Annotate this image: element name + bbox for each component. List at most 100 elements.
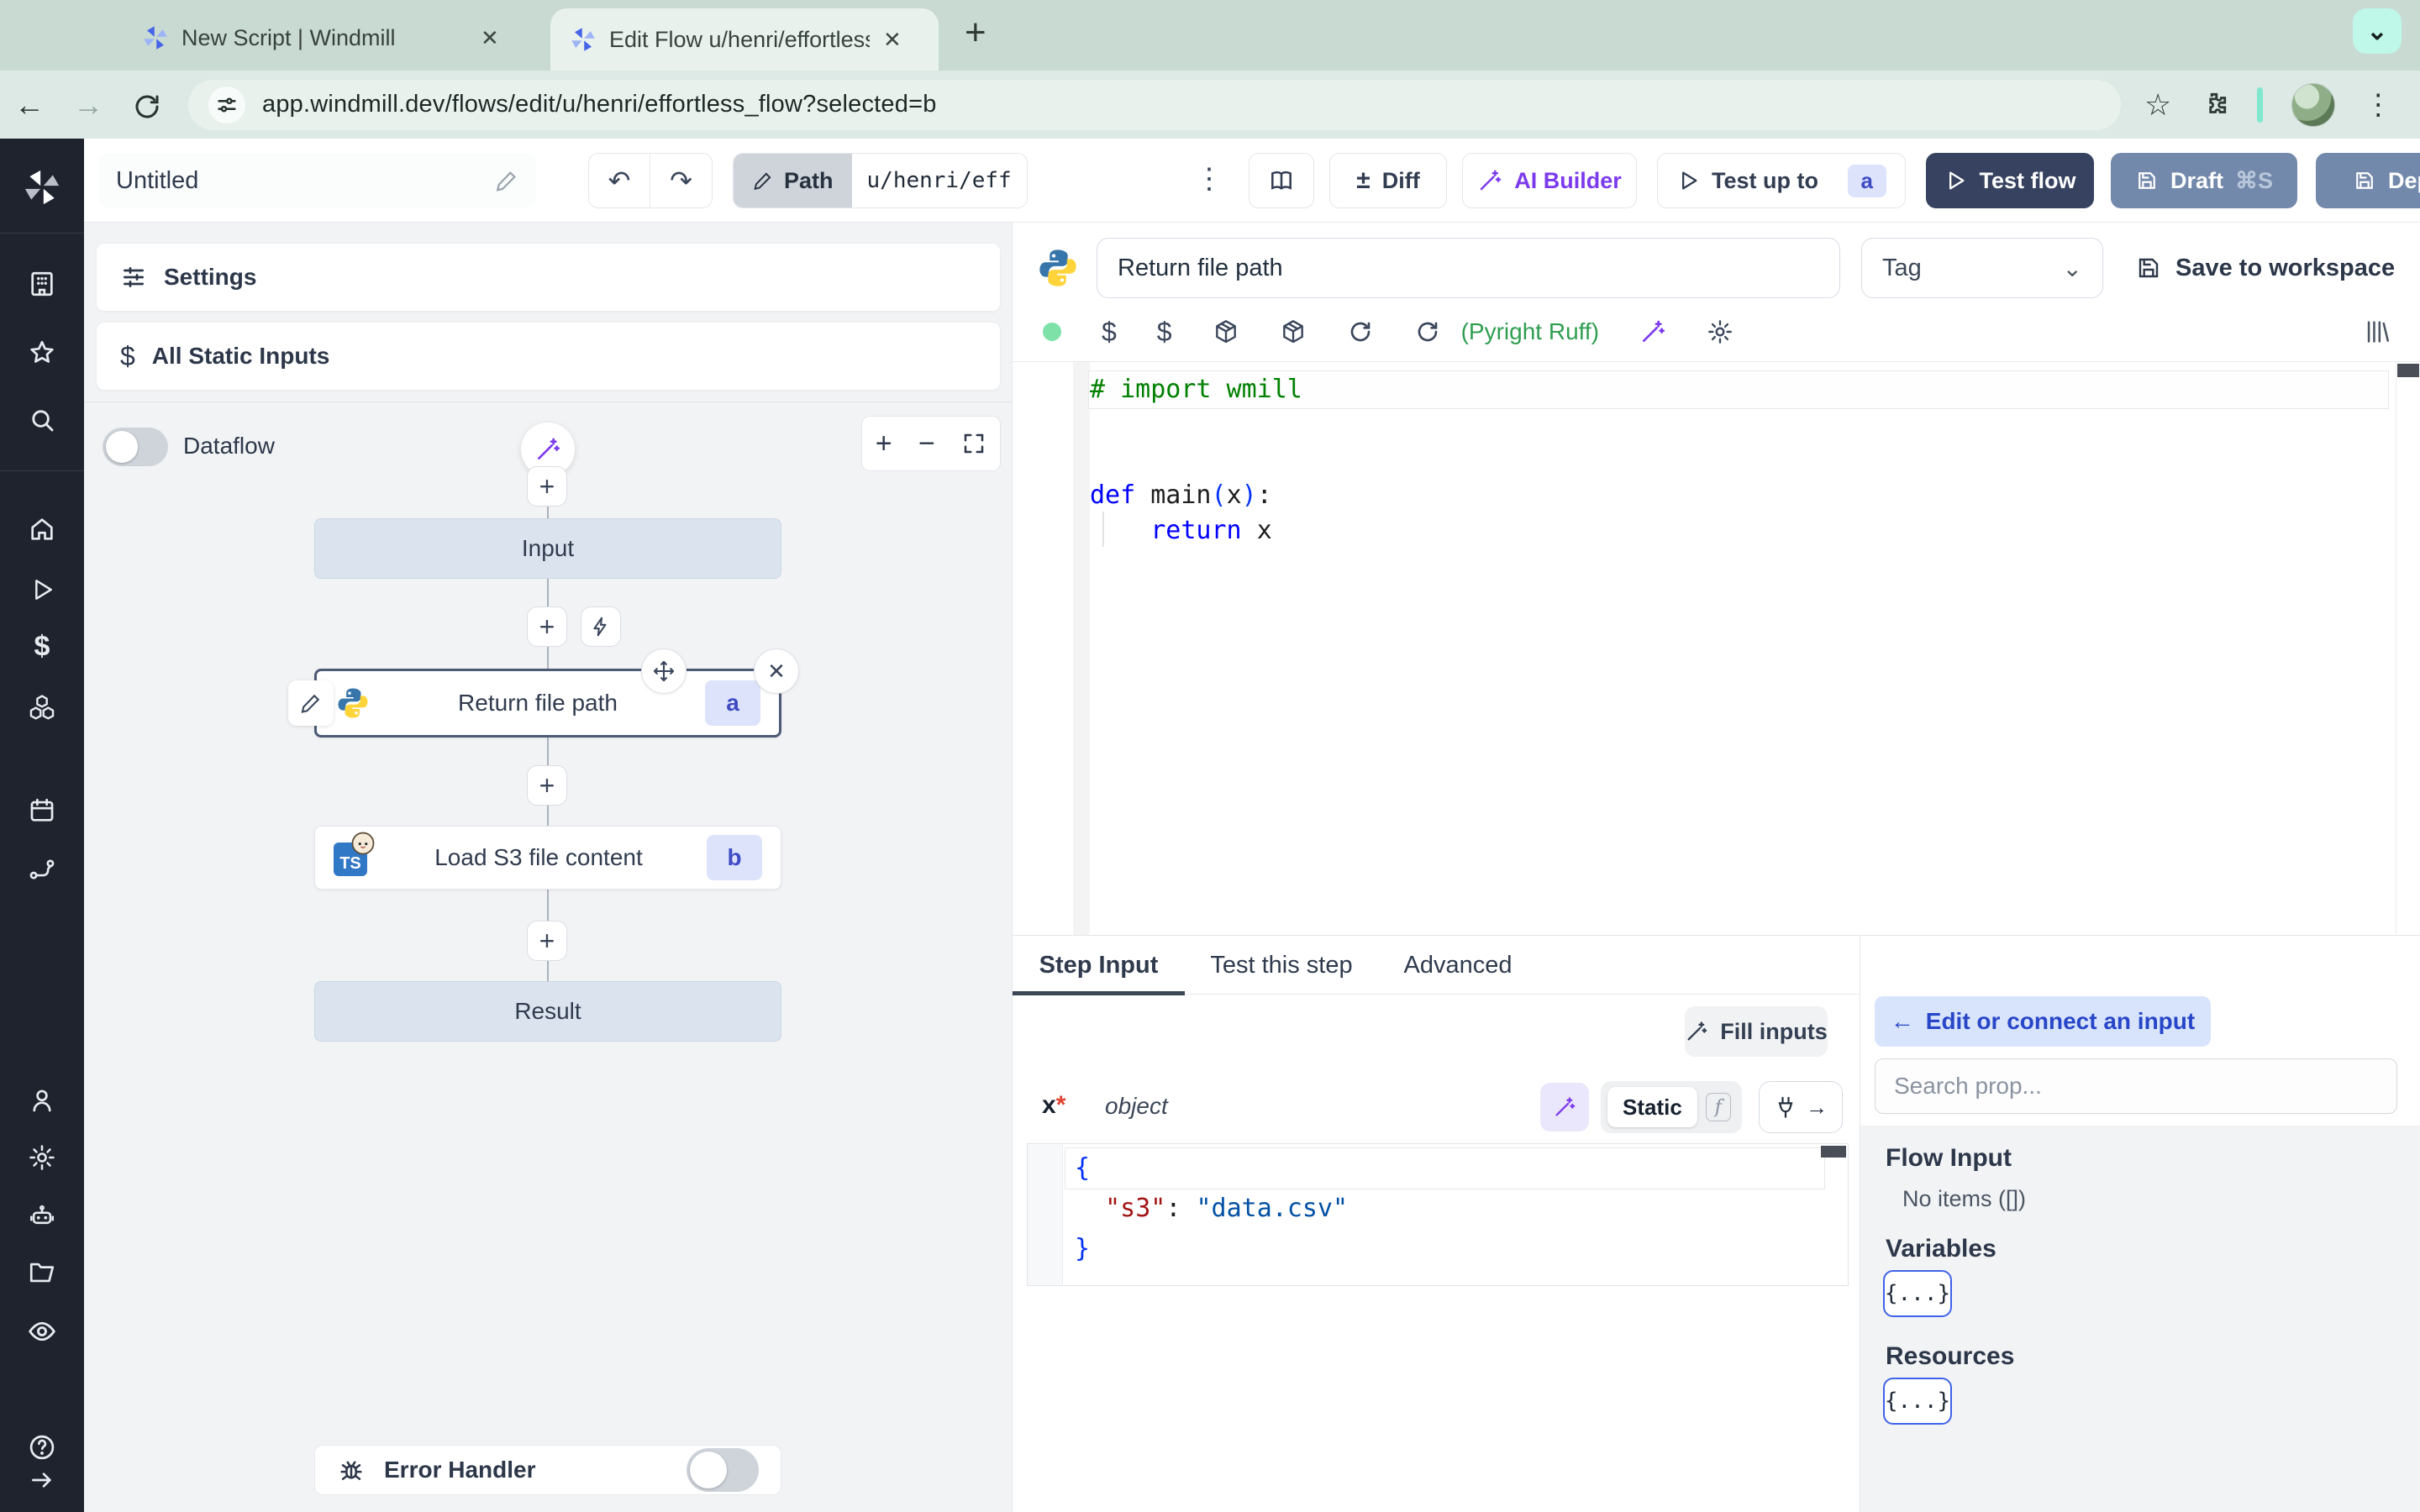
draft-button[interactable]: Draft ⌘S — [2111, 153, 2297, 208]
chevron-down-icon: ⌄ — [2366, 17, 2388, 45]
workspace-icon[interactable] — [28, 270, 56, 298]
ai-robot-icon[interactable] — [28, 1202, 56, 1231]
package-icon[interactable] — [1280, 318, 1307, 345]
edit-or-connect-button[interactable]: ← Edit or connect an input — [1875, 996, 2211, 1047]
add-step-button-top[interactable]: + — [527, 466, 567, 507]
test-flow-button[interactable]: Test flow — [1926, 153, 2094, 208]
favorites-star-icon[interactable] — [28, 339, 56, 367]
reload-icon[interactable] — [1347, 318, 1374, 345]
search-prop-input[interactable]: Search prop... — [1875, 1058, 2397, 1114]
tab-advanced[interactable]: Advanced — [1378, 936, 1538, 995]
package-icon[interactable] — [1213, 318, 1239, 345]
fill-inputs-button[interactable]: Fill inputs — [1685, 1006, 1828, 1057]
tab-search-button[interactable]: ⌄ — [2353, 8, 2402, 54]
json-scrollbar-thumb[interactable] — [1821, 1146, 1846, 1158]
tab-close-icon[interactable]: ✕ — [883, 27, 902, 53]
add-step-button[interactable]: + — [527, 765, 567, 806]
forward-icon[interactable]: → — [59, 87, 118, 123]
bookmark-star-icon[interactable]: ☆ — [2144, 87, 2171, 123]
search-icon[interactable] — [28, 406, 56, 434]
help-icon[interactable] — [27, 1432, 57, 1462]
back-icon[interactable]: ← — [0, 87, 59, 123]
url-field[interactable]: app.windmill.dev/flows/edit/u/henri/effo… — [188, 79, 2121, 130]
test-up-to-step-badge[interactable]: a — [1847, 164, 1886, 197]
ai-builder-button[interactable]: AI Builder — [1462, 153, 1637, 208]
browser-menu-icon[interactable]: ⋮ — [2364, 88, 2392, 122]
zoom-in-button[interactable]: + — [876, 428, 892, 460]
tab-step-input[interactable]: Step Input — [1013, 936, 1185, 995]
javascript-expr-button[interactable]: f — [1705, 1093, 1731, 1121]
undo-button[interactable]: ↶ — [589, 154, 650, 207]
ai-fill-arg-button[interactable] — [1540, 1083, 1589, 1131]
home-icon[interactable] — [28, 515, 56, 543]
lint-assistants-label[interactable]: (Pyright Ruff) — [1461, 318, 1599, 345]
avatar[interactable] — [2291, 82, 2336, 127]
settings-gear-icon[interactable] — [28, 1143, 56, 1172]
save-to-workspace-button[interactable]: Save to workspace — [2135, 238, 2395, 298]
variables-icon[interactable]: $ — [34, 631, 50, 664]
new-tab-button[interactable]: + — [965, 12, 986, 54]
add-step-button[interactable]: + — [527, 921, 567, 961]
flow-result-node[interactable]: Result — [314, 981, 781, 1042]
schedules-icon[interactable] — [28, 796, 56, 825]
diff-button[interactable]: ± Diff — [1329, 153, 1447, 208]
dataflow-toggle[interactable] — [103, 428, 168, 466]
resources-icon[interactable] — [28, 693, 56, 722]
flow-input-node[interactable]: Input — [314, 518, 781, 579]
variables-expand-button[interactable]: {...} — [1883, 1270, 1952, 1317]
move-step-handle[interactable] — [641, 648, 687, 694]
flows-icon[interactable] — [28, 855, 56, 884]
reload-icon[interactable] — [118, 87, 176, 123]
deploy-button[interactable]: Deploy — [2316, 153, 2420, 208]
code-editor[interactable]: # import wmill def main(x): return x — [1013, 362, 2420, 935]
reset-icon[interactable] — [1414, 318, 1441, 345]
edit-step-pencil-icon[interactable] — [288, 680, 334, 726]
site-settings-icon[interactable] — [208, 86, 245, 123]
json-line-2: "s3": "data.csv" — [1105, 1194, 1349, 1223]
editor-settings-gear-icon[interactable] — [1707, 318, 1733, 345]
extensions-icon[interactable] — [2200, 91, 2228, 119]
flow-name-field[interactable]: Untitled — [99, 153, 536, 208]
add-step-button[interactable]: + — [527, 606, 567, 647]
redo-button[interactable]: ↷ — [650, 154, 712, 207]
step-title-field[interactable]: Return file path — [1097, 238, 1840, 298]
editor-scrollbar-thumb[interactable] — [2397, 364, 2419, 377]
path-button[interactable]: Path — [734, 154, 852, 207]
json-arg-editor[interactable]: { "s3": "data.csv" } — [1027, 1143, 1849, 1286]
browser-tab-inactive[interactable]: New Script | Windmill ✕ — [143, 12, 538, 64]
folders-icon[interactable] — [28, 1258, 56, 1287]
path-value-field[interactable]: u/henri/eff — [851, 154, 1027, 207]
diff-icon: ± — [1356, 166, 1370, 194]
zoom-out-button[interactable]: − — [918, 428, 935, 460]
browser-tab-active[interactable]: Edit Flow u/henri/effortless_fl ✕ — [550, 8, 939, 71]
more-menu-icon[interactable]: ⋮ — [1195, 162, 1223, 196]
windmill-logo[interactable] — [24, 169, 60, 206]
library-icon[interactable] — [2363, 318, 2391, 346]
static-inputs-icon[interactable]: $ — [1102, 317, 1117, 348]
step-node-b[interactable]: TS Load S3 file content b — [314, 826, 781, 890]
audit-eye-icon[interactable] — [27, 1316, 57, 1347]
step-b-id-badge: b — [707, 835, 762, 880]
error-handler-toggle[interactable] — [687, 1448, 759, 1492]
ai-wand-icon[interactable] — [1639, 318, 1666, 345]
error-handler-row[interactable]: Error Handler — [314, 1445, 781, 1495]
variables-dollar-icon[interactable]: $ — [1157, 317, 1172, 348]
step-node-a[interactable]: Return file path a ✕ — [288, 648, 799, 738]
user-icon[interactable] — [28, 1086, 56, 1115]
connect-input-group[interactable]: → — [1759, 1081, 1843, 1133]
flow-settings-button[interactable]: Settings — [96, 243, 1001, 312]
all-static-inputs-button[interactable]: $ All Static Inputs — [96, 322, 1001, 391]
static-mode-button[interactable]: Static — [1607, 1087, 1697, 1127]
resources-expand-button[interactable]: {...} — [1883, 1378, 1952, 1425]
docs-button[interactable] — [1249, 153, 1314, 208]
runs-icon[interactable] — [29, 576, 55, 603]
add-trigger-button[interactable] — [581, 606, 621, 647]
tab-test-this-step[interactable]: Test this step — [1185, 936, 1378, 995]
fullscreen-icon[interactable] — [961, 431, 986, 456]
test-up-to-button[interactable]: Test up to a — [1657, 153, 1906, 208]
tag-select[interactable]: Tag ⌄ — [1861, 238, 2103, 298]
tab-close-icon[interactable]: ✕ — [481, 25, 499, 51]
edit-pencil-icon[interactable] — [494, 168, 519, 193]
delete-step-button[interactable]: ✕ — [754, 648, 799, 694]
collapse-arrow-icon[interactable] — [29, 1467, 55, 1494]
